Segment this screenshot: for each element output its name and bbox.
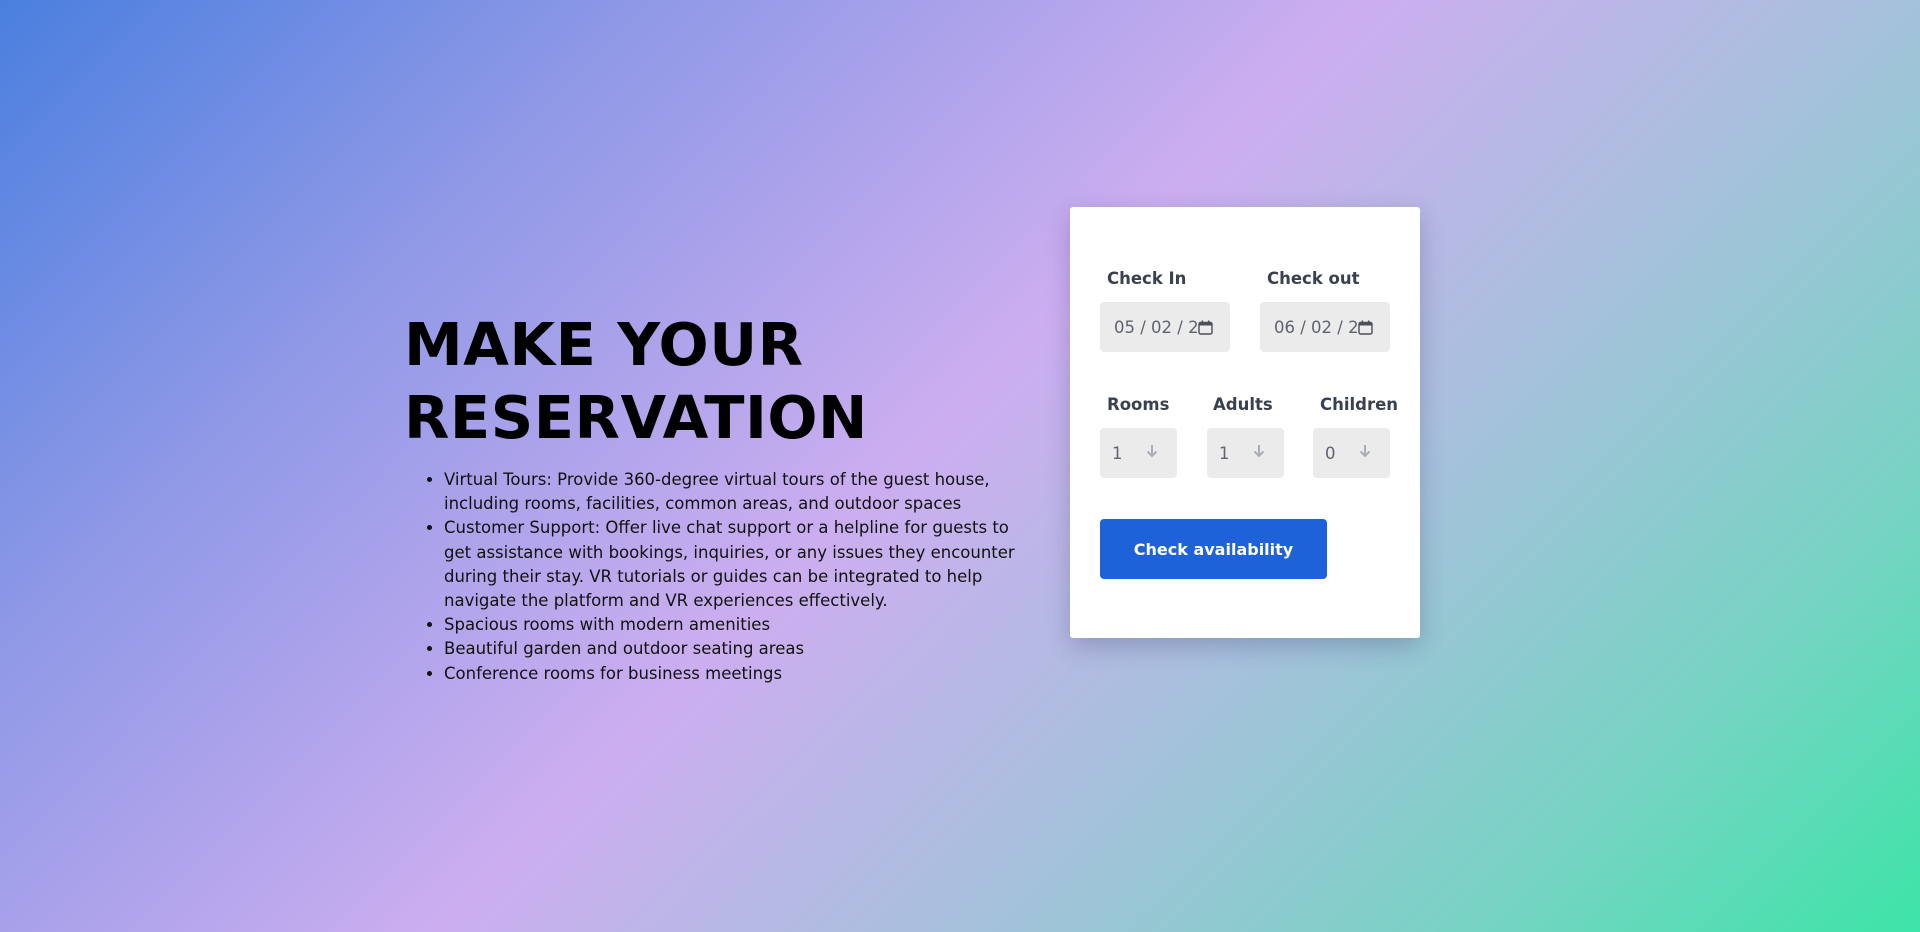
adults-select-value: 1 bbox=[1219, 443, 1230, 463]
check-in-date-value: 05 / 02 / 2024 bbox=[1114, 317, 1197, 337]
check-in-date-input[interactable]: 05 / 02 / 2024 bbox=[1100, 302, 1230, 352]
arrow-down-icon bbox=[1252, 444, 1266, 462]
reservation-form: Check In 05 / 02 / 2024 Check out 06 / 0… bbox=[1070, 207, 1420, 638]
feature-item-rooms: Spacious rooms with modern amenities bbox=[444, 613, 1034, 637]
children-select[interactable]: 0 bbox=[1313, 428, 1390, 478]
calendar-icon[interactable] bbox=[1197, 319, 1214, 336]
check-out-label: Check out bbox=[1267, 269, 1360, 288]
rooms-select-value: 1 bbox=[1112, 443, 1123, 463]
calendar-icon[interactable] bbox=[1357, 319, 1374, 336]
check-availability-button[interactable]: Check availability bbox=[1100, 519, 1327, 579]
feature-list: Virtual Tours: Provide 360-degree virtua… bbox=[404, 468, 1034, 686]
rooms-label: Rooms bbox=[1107, 395, 1170, 414]
title-line-2: RESERVATION bbox=[404, 383, 868, 452]
adults-label: Adults bbox=[1213, 395, 1273, 414]
feature-item-customer-support: Customer Support: Offer live chat suppor… bbox=[444, 516, 1034, 613]
children-select-value: 0 bbox=[1325, 443, 1336, 463]
page-title: MAKE YOUR RESERVATION bbox=[404, 308, 1034, 454]
rooms-select[interactable]: 1 bbox=[1100, 428, 1177, 478]
check-in-label: Check In bbox=[1107, 269, 1187, 288]
check-out-date-value: 06 / 02 / 2024 bbox=[1274, 317, 1357, 337]
arrow-down-icon bbox=[1358, 444, 1372, 462]
check-out-date-input[interactable]: 06 / 02 / 2024 bbox=[1260, 302, 1390, 352]
feature-item-garden: Beautiful garden and outdoor seating are… bbox=[444, 637, 1034, 661]
hero-section: MAKE YOUR RESERVATION Virtual Tours: Pro… bbox=[404, 308, 1034, 686]
children-label: Children bbox=[1320, 395, 1399, 414]
arrow-down-icon bbox=[1145, 444, 1159, 462]
adults-select[interactable]: 1 bbox=[1207, 428, 1284, 478]
feature-item-conference: Conference rooms for business meetings bbox=[444, 662, 1034, 686]
title-line-1: MAKE YOUR bbox=[404, 310, 804, 379]
feature-item-virtual-tours: Virtual Tours: Provide 360-degree virtua… bbox=[444, 468, 1034, 516]
